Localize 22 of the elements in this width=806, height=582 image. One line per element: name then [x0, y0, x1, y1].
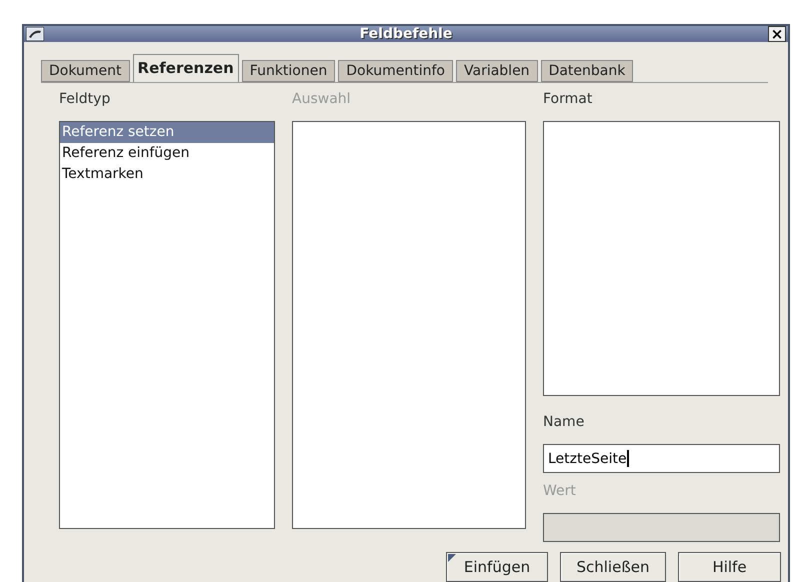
field-label: Auswahl	[292, 91, 351, 109]
app-icon	[26, 27, 44, 41]
field-label: Feldtyp	[59, 91, 110, 109]
tab[interactable]: Variablen	[456, 60, 538, 82]
list-item[interactable]: Textmarken	[60, 164, 274, 185]
corner-triangle-icon	[448, 554, 456, 562]
dialog-button[interactable]: Hilfe	[678, 552, 781, 582]
tab[interactable]: Dokument	[41, 60, 130, 82]
dialog-button[interactable]: Einfügen	[446, 552, 548, 582]
field-label: Format	[543, 91, 592, 109]
tab[interactable]: Dokumentinfo	[338, 60, 453, 82]
window-title: Feldbefehle	[358, 26, 454, 42]
field-label: Wert	[543, 483, 576, 501]
tab[interactable]: Datenbank	[540, 60, 634, 82]
tab[interactable]: Referenzen	[132, 54, 239, 82]
close-button[interactable]: ×	[768, 26, 786, 42]
list-item[interactable]: Referenz einfügen	[60, 143, 274, 164]
tab[interactable]: Funktionen	[242, 60, 336, 82]
name-input[interactable]: LetzteSeite	[543, 444, 780, 473]
field-label: Name	[543, 414, 584, 432]
dialog-button[interactable]: Schließen	[560, 552, 666, 582]
list-item[interactable]: Referenz setzen	[60, 122, 274, 143]
